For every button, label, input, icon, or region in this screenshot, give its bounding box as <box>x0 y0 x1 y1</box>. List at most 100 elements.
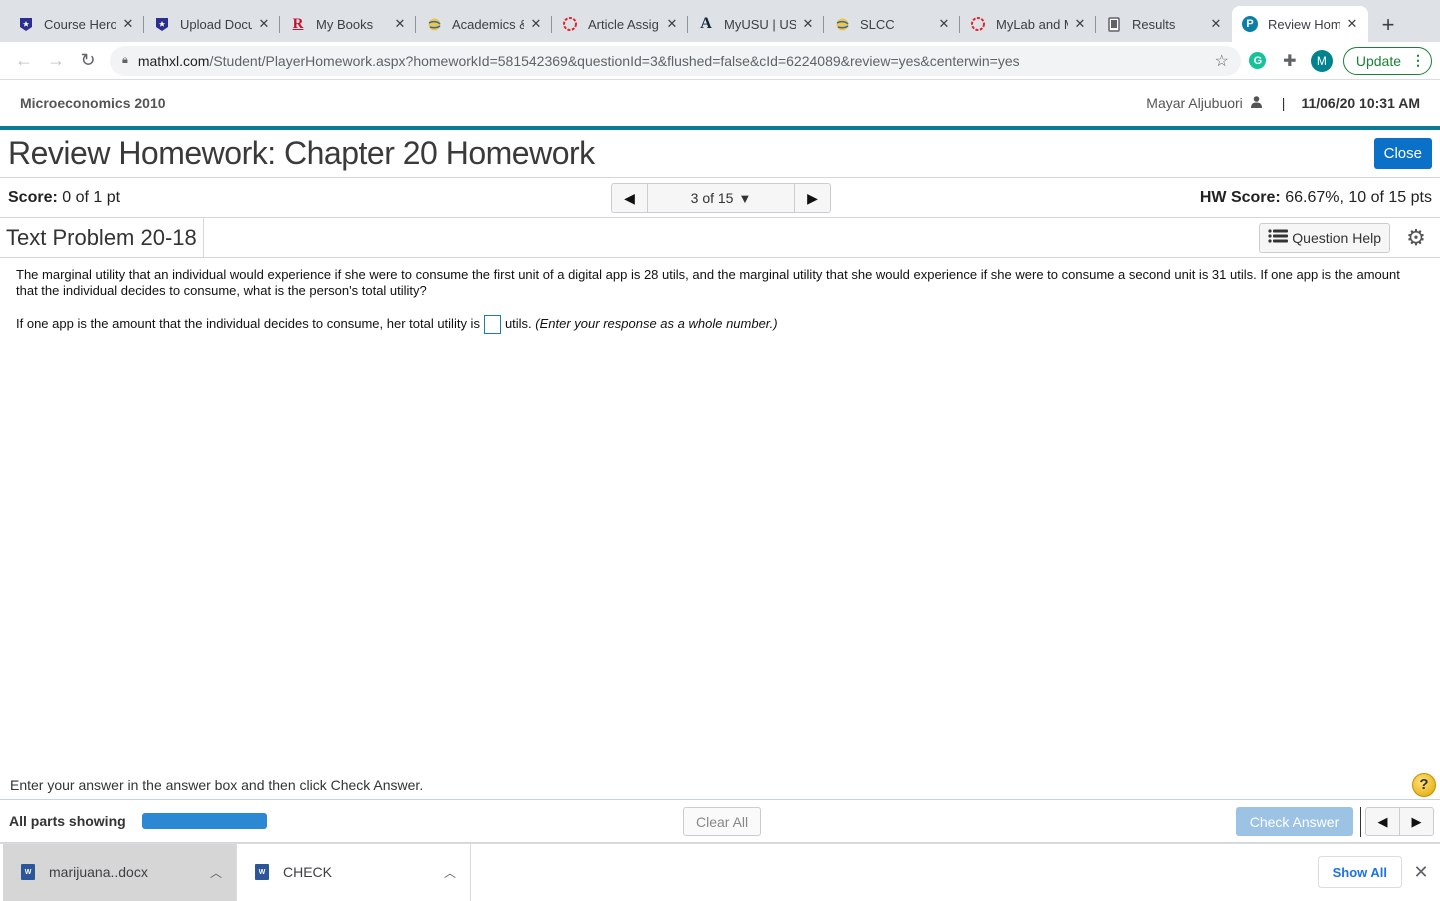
question-selector-dropdown[interactable]: 3 of 15 ▼ <box>647 184 795 212</box>
question-text: The marginal utility that an individual … <box>16 267 1400 298</box>
browser-tab[interactable]: Academics & ✕ <box>416 7 552 41</box>
parts-label: All parts showing <box>9 813 126 829</box>
browser-tab[interactable]: Results ✕ <box>1096 7 1232 41</box>
browser-tab[interactable]: A MyUSU | US ✕ <box>688 7 824 41</box>
answer-input[interactable] <box>483 315 501 334</box>
triangle-left-icon: ◀ <box>624 189 635 206</box>
action-bar: All parts showing Clear All Check Answer… <box>0 800 1440 843</box>
browser-toolbar: ← → ↻ 🔒︎ mathxl.com/Student/PlayerHomewo… <box>0 42 1440 80</box>
caret-down-icon: ▼ <box>738 190 752 206</box>
close-icon[interactable]: ✕ <box>1402 862 1440 883</box>
parts-progress-fill <box>141 813 267 829</box>
forward-icon[interactable]: → <box>40 45 72 77</box>
course-name: Microeconomics 2010 <box>20 95 166 111</box>
user-name[interactable]: Mayar Aljubuori <box>1146 95 1243 111</box>
pearson-ring-icon <box>970 16 986 32</box>
show-all-button[interactable]: Show All <box>1317 856 1402 888</box>
course-hero-icon <box>18 16 34 32</box>
settings-gear-icon[interactable]: ⚙ <box>1398 225 1434 251</box>
problem-title: Text Problem 20-18 <box>0 218 204 257</box>
page-title: Review Homework: Chapter 20 Homework <box>8 135 595 171</box>
user-area: Mayar Aljubuori | 11/06/20 10:31 AM <box>1146 95 1420 111</box>
list-icon <box>1268 229 1289 246</box>
question-help-button[interactable]: Question Help <box>1259 222 1390 253</box>
next-question-button[interactable]: ▶ <box>795 184 830 212</box>
extensions-button[interactable]: ✚ <box>1275 46 1305 76</box>
tab-close-icon[interactable]: ✕ <box>120 16 136 32</box>
chevron-up-icon[interactable]: ︿ <box>444 864 456 881</box>
instruction-text: Enter your answer in the answer box and … <box>10 776 424 793</box>
download-shelf: W marijuana..docx ︿ W CHECK ︿ Show All ✕ <box>0 843 1440 901</box>
browser-tab-strip: Course Hero ✕ Upload Docu ✕ R My Books ✕… <box>0 0 1440 42</box>
tab-close-icon[interactable]: ✕ <box>528 16 544 32</box>
tab-close-icon[interactable]: ✕ <box>1072 16 1088 32</box>
title-row: Review Homework: Chapter 20 Homework Clo… <box>0 130 1440 178</box>
reload-icon[interactable]: ↻ <box>72 45 104 77</box>
part-navigator: ◀ ▶ <box>1365 807 1434 836</box>
puzzle-icon: ✚ <box>1283 52 1297 70</box>
current-datetime: 11/06/20 10:31 AM <box>1301 95 1420 111</box>
r-books-icon: R <box>292 15 304 32</box>
back-icon[interactable]: ← <box>8 45 40 77</box>
course-hero-icon <box>154 16 170 32</box>
pearson-ring-icon <box>562 16 578 32</box>
close-button[interactable]: Close <box>1373 138 1432 169</box>
avatar: M <box>1310 49 1333 72</box>
previous-part-button[interactable]: ◀ <box>1366 808 1399 835</box>
browser-tab[interactable]: R My Books ✕ <box>280 7 416 41</box>
browser-tab[interactable]: Course Hero ✕ <box>8 7 144 41</box>
browser-tab[interactable]: MyLab and M ✕ <box>960 7 1096 41</box>
previous-question-button[interactable]: ◀ <box>612 184 647 212</box>
update-button[interactable]: Update ⋮ <box>1342 46 1432 75</box>
tab-close-icon[interactable]: ✕ <box>936 16 952 32</box>
triangle-left-icon: ◀ <box>1377 813 1388 829</box>
tab-close-icon[interactable]: ✕ <box>1208 16 1224 32</box>
app-header: Microeconomics 2010 Mayar Aljubuori | 11… <box>0 80 1440 130</box>
url-path: /Student/PlayerHomework.aspx?homeworkId=… <box>209 52 1020 69</box>
browser-tab[interactable]: SLCC ✕ <box>824 7 960 41</box>
parts-progress-bar <box>141 813 267 829</box>
help-question-icon[interactable]: ? <box>1412 772 1436 797</box>
browser-tab[interactable]: Upload Docu ✕ <box>144 7 280 41</box>
globe-icon <box>834 16 850 32</box>
tab-close-icon[interactable]: ✕ <box>1344 16 1360 32</box>
download-item[interactable]: W CHECK ︿ <box>237 843 471 901</box>
question-score: Score: 0 of 1 pt <box>8 188 121 206</box>
problem-header: Text Problem 20-18 Question Help ⚙ <box>0 218 1440 258</box>
clear-all-button[interactable]: Clear All <box>683 807 762 836</box>
url-host: mathxl.com <box>137 52 210 69</box>
document-icon <box>1106 16 1122 32</box>
bookmark-star-icon[interactable]: ☆ <box>1215 51 1229 71</box>
homework-score: HW Score: 66.67%, 10 of 15 pts <box>1199 188 1432 206</box>
user-icon <box>1250 95 1262 111</box>
question-navigator: ◀ 3 of 15 ▼ ▶ <box>611 183 831 213</box>
new-tab-button[interactable]: + <box>1374 8 1402 42</box>
chevron-up-icon[interactable]: ︿ <box>210 864 222 881</box>
word-document-icon: W <box>21 864 35 880</box>
triangle-right-icon: ▶ <box>807 189 818 206</box>
globe-icon <box>426 16 442 32</box>
answer-hint: (Enter your response as a whole number.) <box>535 315 778 331</box>
tab-close-icon[interactable]: ✕ <box>800 16 816 32</box>
address-bar[interactable]: 🔒︎ mathxl.com/Student/PlayerHomework.asp… <box>110 45 1241 76</box>
download-item[interactable]: W marijuana..docx ︿ <box>3 843 237 901</box>
profile-button[interactable]: M <box>1307 46 1337 76</box>
usu-a-icon: A <box>700 15 712 32</box>
tab-close-icon[interactable]: ✕ <box>664 16 680 32</box>
divider <box>1360 807 1361 837</box>
word-document-icon: W <box>255 864 269 880</box>
kebab-menu-icon: ⋮ <box>1411 52 1425 68</box>
tab-close-icon[interactable]: ✕ <box>256 16 272 32</box>
lock-icon: 🔒︎ <box>122 54 128 66</box>
next-part-button[interactable]: ▶ <box>1399 808 1433 835</box>
tab-close-icon[interactable]: ✕ <box>392 16 408 32</box>
score-row: Score: 0 of 1 pt ◀ 3 of 15 ▼ ▶ HW Score: … <box>0 178 1440 218</box>
header-separator: | <box>1281 95 1286 111</box>
pearson-p-icon: P <box>1242 16 1258 32</box>
grammarly-icon: G <box>1249 52 1267 69</box>
browser-tab-active[interactable]: P Review Hom ✕ <box>1232 6 1368 42</box>
instruction-bar: Enter your answer in the answer box and … <box>0 770 1440 800</box>
check-answer-button[interactable]: Check Answer <box>1236 807 1353 836</box>
browser-tab[interactable]: Article Assig ✕ <box>552 7 688 41</box>
grammarly-extension[interactable]: G <box>1243 46 1273 76</box>
